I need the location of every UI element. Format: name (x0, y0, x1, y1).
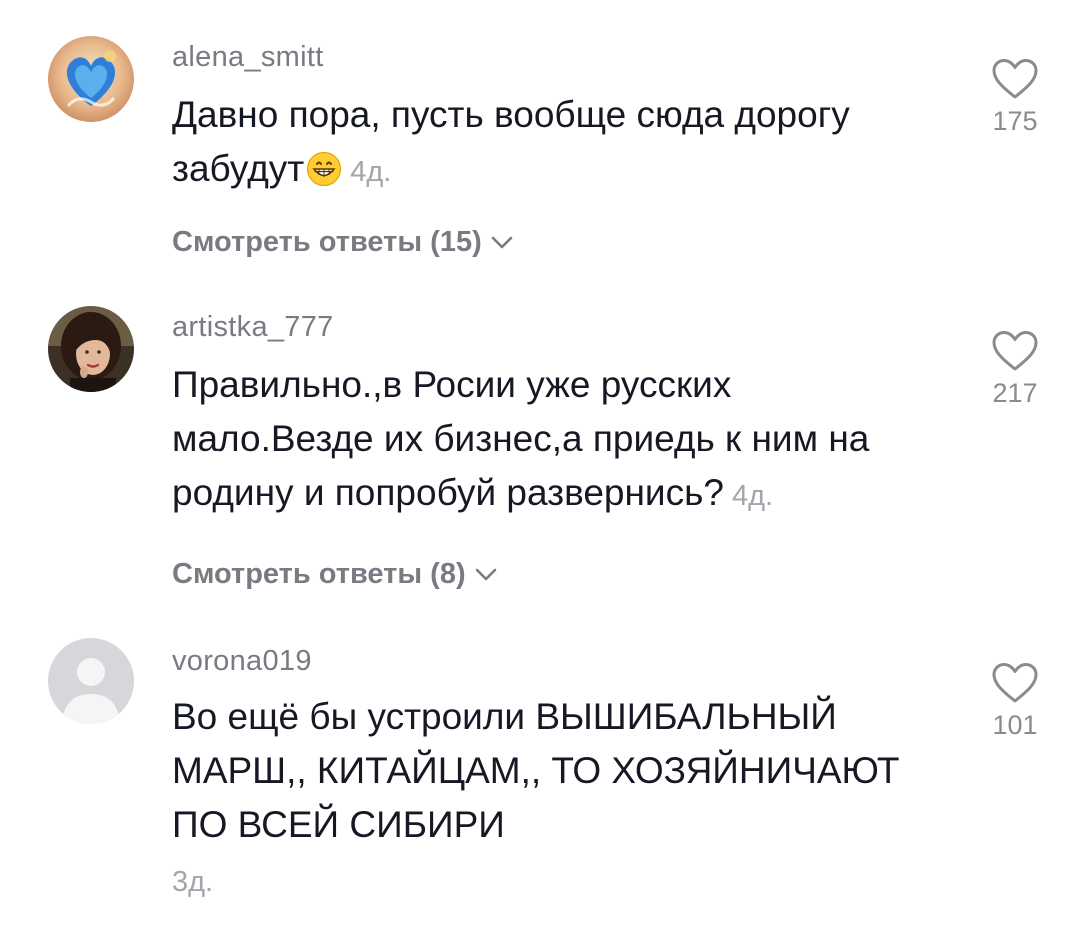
comment-time: 3д. (172, 866, 214, 898)
comment-body: Во ещё бы устроили ВЫШИБАЛЬНЫЙ МАРШ,, КИ… (172, 696, 900, 845)
heart-outline-icon (980, 662, 1050, 704)
comment-username[interactable]: vorona019 (172, 645, 312, 678)
avatar[interactable] (48, 638, 134, 724)
comment-text: Во ещё бы устроили ВЫШИБАЛЬНЫЙ МАРШ,, КИ… (172, 690, 942, 909)
comment-item: vorona019 Во ещё бы устроили ВЫШИБАЛЬНЫЙ… (0, 0, 1080, 933)
like-count: 101 (992, 710, 1038, 740)
like-button[interactable]: 101 (980, 662, 1050, 741)
